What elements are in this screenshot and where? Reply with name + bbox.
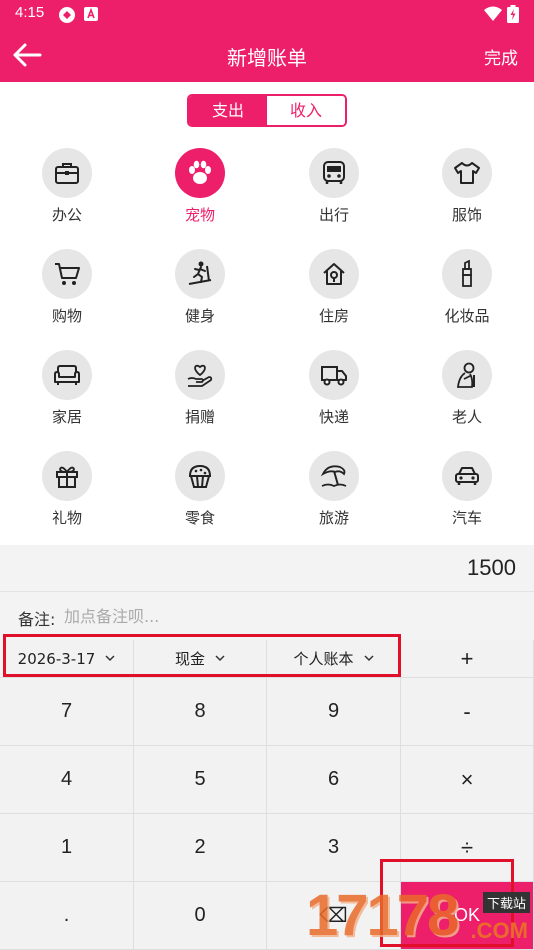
category-housing[interactable]: 住房 (279, 249, 389, 341)
dot-key[interactable]: . (0, 882, 134, 950)
notification-a-icon (84, 7, 98, 21)
tab-income[interactable]: 收入 (267, 96, 345, 125)
key-9[interactable]: 9 (267, 678, 401, 746)
category-label: 健身 (184, 307, 215, 325)
key-5[interactable]: 5 (134, 746, 267, 814)
category-label: 服饰 (451, 206, 482, 224)
category-label: 旅游 (318, 509, 349, 527)
car-icon (442, 451, 492, 501)
book-selector[interactable]: 个人账本 (267, 640, 401, 678)
chevron-down-icon (105, 655, 115, 662)
key-3[interactable]: 3 (267, 814, 401, 882)
minus-key[interactable]: - (401, 678, 534, 746)
delivery-truck-icon (309, 350, 359, 400)
sofa-icon (42, 350, 92, 400)
key-2[interactable]: 2 (134, 814, 267, 882)
chevron-down-icon (215, 655, 225, 662)
category-label: 住房 (318, 307, 349, 325)
category-office[interactable]: 办公 (12, 148, 122, 240)
elderly-icon (442, 350, 492, 400)
category-snacks[interactable]: 零食 (145, 451, 255, 543)
category-car[interactable]: 汽车 (412, 451, 522, 543)
category-label: 出行 (318, 206, 349, 224)
note-row: 备注: (0, 591, 534, 640)
category-home[interactable]: 家居 (12, 350, 122, 442)
category-label: 老人 (451, 408, 482, 426)
amount-value: 1500 (467, 555, 516, 580)
note-input[interactable] (64, 604, 504, 628)
shopping-cart-icon (42, 249, 92, 299)
sync-icon (59, 7, 75, 23)
category-elderly[interactable]: 老人 (412, 350, 522, 442)
category-express[interactable]: 快递 (279, 350, 389, 442)
backspace-icon: ⌫ (319, 905, 348, 927)
account-type-value: 现金 (174, 650, 205, 668)
backspace-key[interactable]: ⌫ (267, 882, 401, 950)
category-fitness[interactable]: 健身 (145, 249, 255, 341)
account-type-selector[interactable]: 现金 (134, 640, 267, 678)
page-title: 新增账单 (227, 46, 307, 70)
category-label: 快递 (318, 408, 349, 426)
chevron-down-icon (363, 655, 374, 662)
gift-icon (42, 451, 92, 501)
category-clothing[interactable]: 服饰 (412, 148, 522, 240)
category-pet[interactable]: 宠物 (145, 148, 255, 240)
heart-hand-icon (175, 350, 225, 400)
bus-icon (309, 148, 359, 198)
book-value: 个人账本 (293, 650, 354, 668)
category-shopping[interactable]: 购物 (12, 249, 122, 341)
category-label: 捐赠 (184, 408, 215, 426)
category-label: 汽车 (451, 509, 482, 527)
ok-button[interactable]: OK (401, 882, 534, 950)
category-travel[interactable]: 旅游 (279, 451, 389, 543)
category-label: 办公 (51, 206, 82, 224)
category-label: 家居 (51, 408, 82, 426)
key-4[interactable]: 4 (0, 746, 134, 814)
category-donation[interactable]: 捐赠 (145, 350, 255, 442)
keypad: 2026-3-17 现金 个人账本 + 7 8 9 - 4 5 6 × 1 2 … (0, 640, 534, 950)
cupcake-icon (175, 451, 225, 501)
date-selector[interactable]: 2026-3-17 (0, 640, 134, 678)
category-label: 礼物 (51, 509, 82, 527)
category-transport[interactable]: 出行 (279, 148, 389, 240)
tab-expense[interactable]: 支出 (189, 96, 267, 125)
plus-key[interactable]: + (401, 640, 534, 678)
key-0[interactable]: 0 (134, 882, 267, 950)
treadmill-icon (175, 249, 225, 299)
category-label: 零食 (184, 509, 215, 527)
category-label: 宠物 (184, 206, 215, 224)
note-label: 备注: (18, 610, 56, 629)
key-1[interactable]: 1 (0, 814, 134, 882)
beach-umbrella-icon (309, 451, 359, 501)
app-bar: 新增账单 完成 (0, 28, 534, 82)
house-icon (309, 249, 359, 299)
status-bar: 4:15 (0, 0, 534, 28)
wifi-icon (484, 6, 502, 21)
key-8[interactable]: 8 (134, 678, 267, 746)
key-7[interactable]: 7 (0, 678, 134, 746)
status-time: 4:15 (15, 4, 45, 21)
tshirt-icon (442, 148, 492, 198)
done-button[interactable]: 完成 (484, 44, 518, 69)
key-6[interactable]: 6 (267, 746, 401, 814)
divide-key[interactable]: ÷ (401, 814, 534, 882)
category-label: 化妆品 (444, 307, 490, 325)
multiply-key[interactable]: × (401, 746, 534, 814)
expense-income-toggle: 支出 收入 (187, 94, 347, 127)
briefcase-icon (42, 148, 92, 198)
category-cosmetics[interactable]: 化妆品 (412, 249, 522, 341)
category-gift[interactable]: 礼物 (12, 451, 122, 543)
category-label: 购物 (51, 307, 82, 325)
amount-display: 1500 (0, 545, 534, 591)
paw-icon (175, 148, 225, 198)
lipstick-icon (442, 249, 492, 299)
battery-icon (507, 5, 519, 23)
date-value: 2026-3-17 (17, 649, 96, 668)
